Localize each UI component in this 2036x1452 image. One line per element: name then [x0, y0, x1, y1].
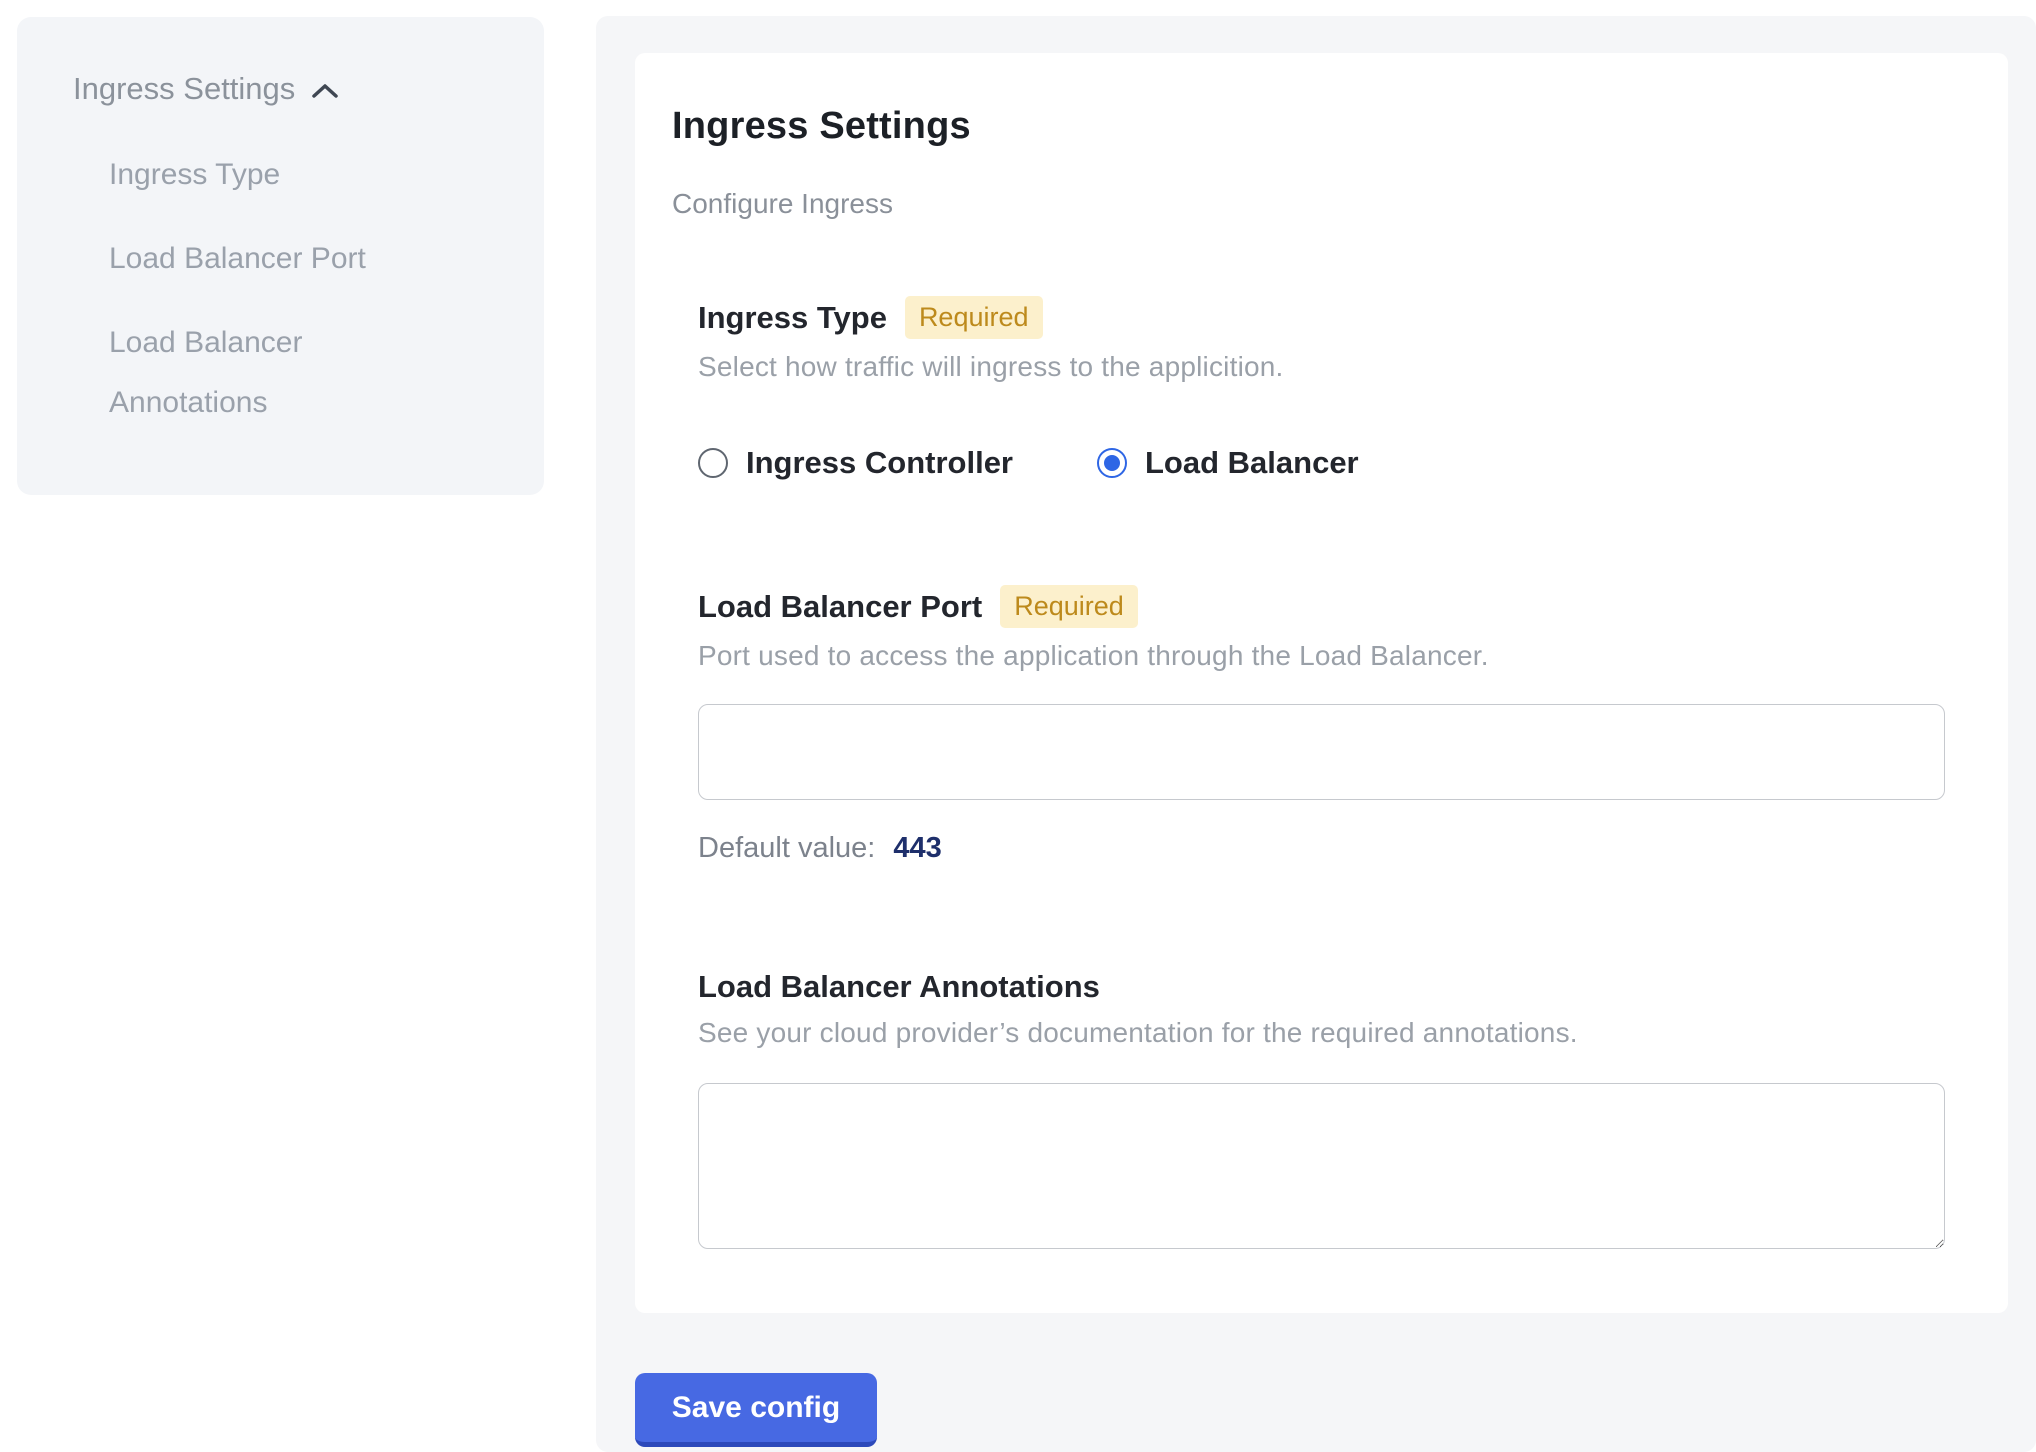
field-title-row: Load Balancer Port Required	[698, 585, 1945, 628]
default-value-label: Default value:	[698, 832, 875, 864]
sidebar-section-label: Ingress Settings	[73, 59, 295, 119]
ingress-type-radio-group: Ingress Controller Load Balancer	[698, 445, 1945, 481]
page-title: Ingress Settings	[672, 105, 1945, 148]
required-badge: Required	[905, 296, 1043, 339]
save-config-button[interactable]: Save config	[635, 1373, 877, 1447]
load-balancer-radio[interactable]	[1097, 448, 1127, 478]
card-header: Ingress Settings Configure Ingress	[672, 105, 1945, 220]
field-title-row: Ingress Type Required	[698, 296, 1945, 339]
default-value-line: Default value: 443	[698, 832, 1945, 865]
ingress-controller-radio[interactable]	[698, 448, 728, 478]
radio-option-ingress-controller[interactable]: Ingress Controller	[698, 445, 1013, 481]
main-panel: Ingress Settings Configure Ingress Ingre…	[596, 16, 2036, 1452]
field-description-load-balancer-port: Port used to access the application thro…	[698, 640, 1945, 672]
load-balancer-annotations-textarea[interactable]	[698, 1083, 1945, 1249]
field-title-load-balancer-port: Load Balancer Port	[698, 589, 982, 625]
sidebar-nav: Ingress Type Load Balancer Port Load Bal…	[73, 145, 514, 433]
default-value: 443	[893, 832, 941, 864]
radio-label-load-balancer: Load Balancer	[1145, 445, 1359, 481]
radio-label-ingress-controller: Ingress Controller	[746, 445, 1013, 481]
ingress-settings-card: Ingress Settings Configure Ingress Ingre…	[635, 53, 2008, 1313]
required-badge: Required	[1000, 585, 1138, 628]
field-description-load-balancer-annotations: See your cloud provider’s documentation …	[698, 1017, 1945, 1049]
chevron-up-icon	[311, 82, 339, 100]
field-load-balancer-annotations: Load Balancer Annotations See your cloud…	[698, 969, 1945, 1249]
load-balancer-port-input[interactable]	[698, 704, 1945, 800]
sidebar-item-load-balancer-port[interactable]: Load Balancer Port	[109, 229, 419, 289]
radio-option-load-balancer[interactable]: Load Balancer	[1097, 445, 1359, 481]
sidebar-item-ingress-type[interactable]: Ingress Type	[109, 145, 419, 205]
field-title-ingress-type: Ingress Type	[698, 300, 887, 336]
sidebar-item-load-balancer-annotations[interactable]: Load Balancer Annotations	[109, 313, 419, 433]
field-title-load-balancer-annotations: Load Balancer Annotations	[698, 969, 1100, 1005]
sidebar: Ingress Settings Ingress Type Load Balan…	[17, 17, 544, 495]
field-title-row: Load Balancer Annotations	[698, 969, 1945, 1005]
field-load-balancer-port: Load Balancer Port Required Port used to…	[698, 585, 1945, 865]
page-subtitle: Configure Ingress	[672, 188, 1945, 220]
field-ingress-type: Ingress Type Required Select how traffic…	[698, 296, 1945, 481]
sidebar-section-ingress-settings[interactable]: Ingress Settings	[73, 59, 514, 119]
field-description-ingress-type: Select how traffic will ingress to the a…	[698, 351, 1945, 383]
